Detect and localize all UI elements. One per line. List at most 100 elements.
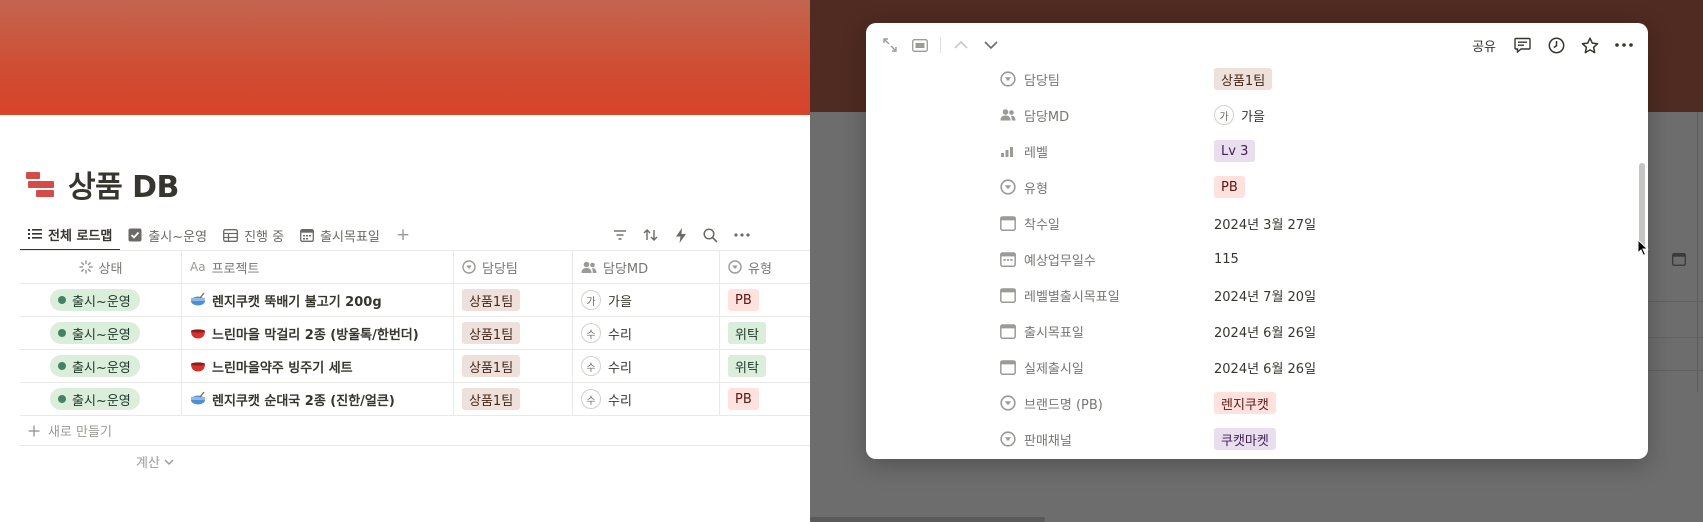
cover-image[interactable] bbox=[0, 0, 810, 115]
property-row[interactable]: 담당팀 상품1팀 bbox=[866, 67, 1638, 97]
database-page: 상품 DB 전체 로드맵 출시~운영 진행 중 출시목표일 + 상태 Aa 프로… bbox=[0, 0, 810, 522]
table-row[interactable]: 출시~운영 렌지쿠캣 뚝배기 불고기 200g 상품1팀 가 가을 PB bbox=[20, 284, 810, 317]
property-value[interactable]: 2024년 3월 27일 bbox=[1214, 214, 1316, 233]
property-value[interactable]: 2024년 6월 26일 bbox=[1214, 322, 1316, 341]
team-cell[interactable]: 상품1팀 bbox=[454, 350, 573, 382]
column-header-status[interactable]: 상태 bbox=[20, 251, 182, 283]
sort-icon[interactable] bbox=[643, 228, 659, 242]
property-value[interactable]: PB bbox=[1214, 176, 1245, 198]
md-cell[interactable]: 수 수리 bbox=[573, 383, 720, 415]
chevron-up-icon[interactable] bbox=[951, 35, 971, 55]
property-label: 착수일 bbox=[1024, 217, 1060, 233]
column-header-team[interactable]: 담당팀 bbox=[454, 251, 573, 283]
property-row[interactable]: 담당MD 가 가을 bbox=[866, 97, 1638, 133]
property-value[interactable]: Lv 3 bbox=[1214, 140, 1256, 162]
tab-launch-target-date[interactable]: 출시목표일 bbox=[292, 219, 388, 251]
property-value[interactable]: 2024년 7월 20일 bbox=[1214, 286, 1316, 305]
scrollbar-thumb[interactable] bbox=[1639, 163, 1645, 251]
property-row[interactable]: 판매채널 쿠캣마켓 bbox=[866, 421, 1638, 457]
team-cell[interactable]: 상품1팀 bbox=[454, 284, 573, 316]
modal-toolbar: 공유 bbox=[866, 23, 1648, 67]
date-icon bbox=[1000, 324, 1016, 339]
tab-in-progress[interactable]: 진행 중 bbox=[215, 219, 292, 251]
property-row[interactable]: 착수일 2024년 3월 27일 bbox=[866, 205, 1638, 241]
column-header-type[interactable]: 유형 bbox=[720, 251, 810, 283]
more-icon[interactable] bbox=[1614, 35, 1634, 55]
select-icon bbox=[1000, 395, 1016, 411]
property-row[interactable]: 예상업무일수 115 bbox=[866, 241, 1638, 277]
status-cell[interactable]: 출시~운영 bbox=[20, 383, 182, 415]
bricks-icon[interactable] bbox=[26, 170, 56, 198]
status-dot bbox=[58, 395, 66, 403]
channel-tag: 쿠캣마켓 bbox=[1214, 428, 1276, 450]
property-value[interactable]: 쿠캣마켓 bbox=[1214, 428, 1276, 450]
star-icon[interactable] bbox=[1580, 35, 1600, 55]
property-row[interactable]: 레벨별출시목표일 2024년 7월 20일 bbox=[866, 277, 1638, 313]
peek-mode-icon[interactable] bbox=[910, 35, 930, 55]
vertical-scrollbar[interactable] bbox=[1636, 67, 1648, 459]
md-cell[interactable]: 가 가을 bbox=[573, 284, 720, 316]
type-cell[interactable]: 위탁 bbox=[720, 317, 810, 349]
automation-bolt-icon[interactable] bbox=[675, 227, 687, 243]
expand-icon[interactable] bbox=[880, 35, 900, 55]
new-row-button[interactable]: 새로 만들기 bbox=[20, 416, 810, 446]
column-header-md[interactable]: 담당MD bbox=[573, 251, 720, 283]
type-cell[interactable]: PB bbox=[720, 383, 810, 415]
type-tag: 위탁 bbox=[728, 355, 766, 377]
calculate-button[interactable]: 계산 bbox=[136, 452, 174, 471]
property-value[interactable]: 가 가을 bbox=[1214, 105, 1265, 125]
type-cell[interactable]: 위탁 bbox=[720, 350, 810, 382]
property-value[interactable]: 2024년 6월 26일 bbox=[1214, 358, 1316, 377]
comment-icon[interactable] bbox=[1512, 35, 1532, 55]
property-row[interactable]: 출시목표일 2024년 6월 26일 bbox=[866, 313, 1638, 349]
property-label: 레벨별출시목표일 bbox=[1024, 289, 1120, 305]
property-row[interactable]: 레벨 Lv 3 bbox=[866, 133, 1638, 169]
property-label: 예상업무일수 bbox=[1024, 253, 1096, 269]
column-header-project[interactable]: Aa 프로젝트 bbox=[182, 251, 454, 283]
add-view-button[interactable]: + bbox=[388, 219, 418, 251]
overlay-backdrop[interactable]: 공유 담당팀 상품1팀 담당MD 가 가을 레벨 Lv 3 유형 PB 착수일 … bbox=[810, 0, 1703, 522]
table-row[interactable]: 출시~운영 느린마을약주 빙주기 세트 상품1팀 수 수리 위탁 bbox=[20, 350, 810, 383]
team-cell[interactable]: 상품1팀 bbox=[454, 383, 573, 415]
type-cell[interactable]: PB bbox=[720, 284, 810, 316]
page-properties: 담당팀 상품1팀 담당MD 가 가을 레벨 Lv 3 유형 PB 착수일 202… bbox=[866, 67, 1638, 459]
chevron-down-icon[interactable] bbox=[981, 35, 1001, 55]
property-name: 유형 bbox=[1000, 178, 1048, 197]
avatar: 가 bbox=[581, 290, 601, 310]
status-badge: 출시~운영 bbox=[50, 388, 140, 410]
filter-icon[interactable] bbox=[613, 229, 627, 241]
table-row[interactable]: 출시~운영 렌지쿠캣 순대국 2종 (진한/얼큰) 상품1팀 수 수리 PB bbox=[20, 383, 810, 416]
property-label: 출시목표일 bbox=[1024, 325, 1084, 341]
status-cell[interactable]: 출시~운영 bbox=[20, 350, 182, 382]
tab-label: 출시목표일 bbox=[320, 229, 380, 245]
plus-icon: + bbox=[395, 225, 411, 245]
clock-icon[interactable] bbox=[1546, 35, 1566, 55]
team-cell[interactable]: 상품1팀 bbox=[454, 317, 573, 349]
project-cell[interactable]: 렌지쿠캣 순대국 2종 (진한/얼큰) bbox=[182, 383, 454, 415]
tab-launch-ops[interactable]: 출시~운영 bbox=[120, 219, 215, 251]
property-row[interactable]: 실제출시일 2024년 6월 26일 bbox=[866, 349, 1638, 385]
project-cell[interactable]: 느린마을약주 빙주기 세트 bbox=[182, 350, 454, 382]
md-cell[interactable]: 수 수리 bbox=[573, 350, 720, 382]
status-cell[interactable]: 출시~운영 bbox=[20, 317, 182, 349]
project-cell[interactable]: 렌지쿠캣 뚝배기 불고기 200g bbox=[182, 284, 454, 316]
share-button[interactable]: 공유 bbox=[1470, 36, 1498, 55]
property-row[interactable]: 브랜드명 (PB) 렌지쿠캣 bbox=[866, 385, 1638, 421]
property-value[interactable]: 상품1팀 bbox=[1214, 68, 1273, 90]
project-cell[interactable]: 느린마을 막걸리 2종 (방울톡/한번더) bbox=[182, 317, 454, 349]
property-value[interactable]: 렌지쿠캣 bbox=[1214, 392, 1276, 414]
status-cell[interactable]: 출시~운영 bbox=[20, 284, 182, 316]
date-icon bbox=[1000, 360, 1016, 375]
mouse-cursor-icon bbox=[1637, 239, 1649, 257]
horizontal-scrollbar[interactable] bbox=[810, 517, 1045, 522]
property-name: 실제출시일 bbox=[1000, 358, 1084, 377]
search-icon[interactable] bbox=[703, 227, 718, 243]
tab-all-roadmap[interactable]: 전체 로드맵 bbox=[20, 219, 121, 251]
property-row[interactable]: 유형 PB bbox=[866, 169, 1638, 205]
md-cell[interactable]: 수 수리 bbox=[573, 317, 720, 349]
property-value[interactable]: 115 bbox=[1214, 252, 1239, 267]
more-icon[interactable] bbox=[734, 233, 750, 237]
table-row[interactable]: 출시~운영 느린마을 막걸리 2종 (방울톡/한번더) 상품1팀 수 수리 위탁 bbox=[20, 317, 810, 350]
page-title[interactable]: 상품 DB bbox=[68, 162, 179, 206]
property-label: 담당팀 bbox=[1024, 73, 1060, 89]
